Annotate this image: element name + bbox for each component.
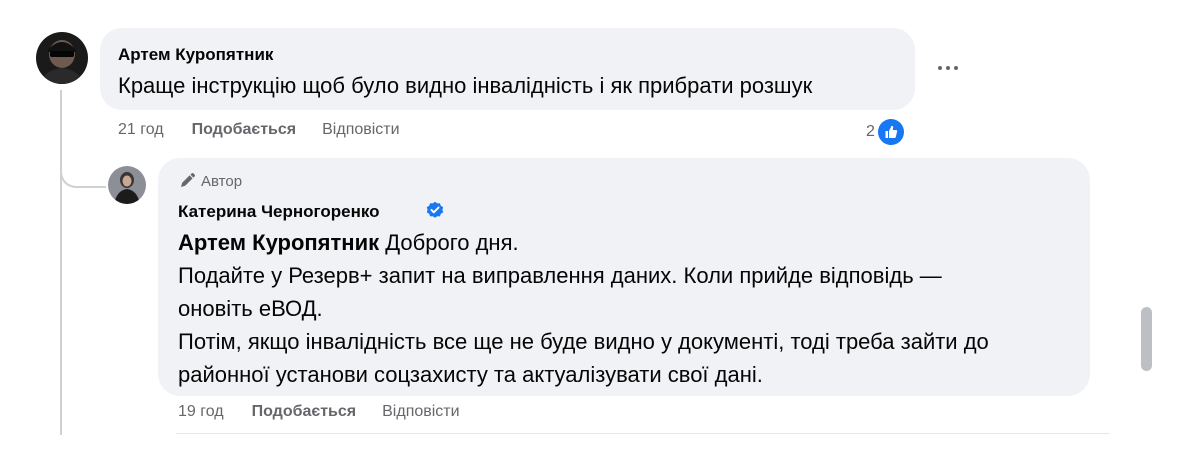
thread-line	[60, 90, 62, 435]
like-button[interactable]: Подобається	[192, 121, 297, 139]
comment-author[interactable]: Артем Куропятник	[118, 45, 273, 65]
reply-text-line: оновіть еВОД.	[178, 296, 323, 321]
more-options-icon-dot	[946, 66, 950, 70]
verified-badge-icon	[426, 201, 444, 219]
reply-text: Артем Куропятник Доброго дня. Подайте у …	[178, 226, 989, 391]
avatar[interactable]	[108, 166, 146, 204]
reply-actions: 19 год Подобається Відповісти	[178, 403, 460, 421]
reply-text-line: Подайте у Резерв+ запит на виправлення д…	[178, 263, 942, 288]
like-button[interactable]: Подобається	[252, 403, 357, 421]
reply-greeting: Доброго дня.	[379, 230, 519, 255]
like-icon	[876, 118, 905, 146]
comment-timestamp[interactable]: 21 год	[118, 121, 164, 139]
more-options-icon	[938, 66, 942, 70]
reply-text-line: районної установи соцзахисту та актуаліз…	[178, 362, 763, 387]
comment-actions: 21 год Подобається Відповісти	[118, 121, 400, 139]
more-options-icon-dot	[954, 66, 958, 70]
thread-connector	[60, 150, 106, 188]
reply-button[interactable]: Відповісти	[382, 403, 459, 421]
mention-link[interactable]: Артем Куропятник	[178, 230, 379, 255]
reply-text-line: Потім, якщо інвалідність все ще не буде …	[178, 329, 989, 354]
reply-author[interactable]: Катерина Черногоренко	[178, 202, 380, 222]
more-options-button[interactable]	[934, 58, 962, 78]
pen-icon	[178, 172, 196, 190]
author-role-text: Автор	[201, 172, 243, 190]
reaction-summary[interactable]: 2	[866, 118, 905, 146]
divider	[176, 433, 1110, 434]
reaction-count: 2	[866, 123, 875, 140]
author-role-label: Автор	[178, 171, 242, 191]
avatar[interactable]	[36, 32, 88, 84]
reply-text-line: Артем Куропятник Доброго дня.	[178, 226, 989, 259]
scrollbar-thumb[interactable]	[1141, 307, 1152, 371]
comment-text: Краще інструкцію щоб було видно інвалідн…	[118, 73, 813, 98]
reply-timestamp[interactable]: 19 год	[178, 403, 224, 421]
reply-button[interactable]: Відповісти	[322, 121, 399, 139]
